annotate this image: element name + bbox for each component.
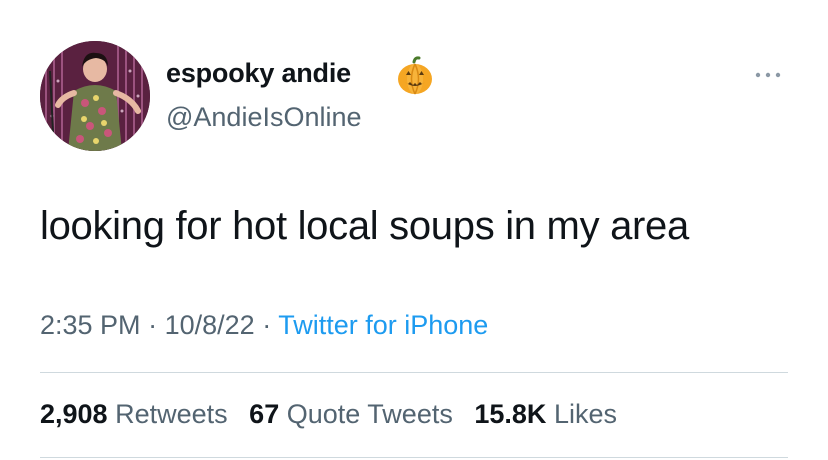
quote-tweets-count: 67 [249, 399, 280, 429]
display-name[interactable]: espooky andie [166, 56, 351, 90]
tweet-text: looking for hot local soups in my area [40, 204, 689, 248]
tweet-time[interactable]: 2:35 PM [40, 310, 141, 340]
handle[interactable]: @AndieIsOnline [166, 100, 362, 134]
meta-separator: · [262, 310, 272, 340]
tweet: espooky andie @AndieIsOnline looking for… [0, 0, 828, 460]
pumpkin-emoji-icon [398, 56, 432, 95]
tweet-stats: 2,908 Retweets 67 Quote Tweets 15.8K Lik… [40, 396, 617, 432]
quote-tweets-stat[interactable]: 67 Quote Tweets [249, 399, 453, 429]
tweet-date[interactable]: 10/8/22 [165, 310, 255, 340]
more-horizontal-icon[interactable] [748, 62, 788, 88]
tweet-meta: 2:35 PM · 10/8/22 · Twitter for iPhone [40, 307, 488, 343]
avatar-image [40, 41, 150, 151]
likes-stat[interactable]: 15.8K Likes [474, 399, 617, 429]
likes-count: 15.8K [474, 399, 547, 429]
quote-tweets-label: Quote Tweets [286, 399, 453, 429]
tweet-source-link[interactable]: Twitter for iPhone [278, 310, 488, 340]
meta-separator: · [148, 310, 158, 340]
retweets-stat[interactable]: 2,908 Retweets [40, 399, 228, 429]
retweets-label: Retweets [115, 399, 228, 429]
likes-label: Likes [553, 399, 617, 429]
divider [40, 372, 788, 373]
retweets-count: 2,908 [40, 399, 108, 429]
avatar[interactable] [40, 41, 150, 151]
divider [40, 457, 788, 458]
